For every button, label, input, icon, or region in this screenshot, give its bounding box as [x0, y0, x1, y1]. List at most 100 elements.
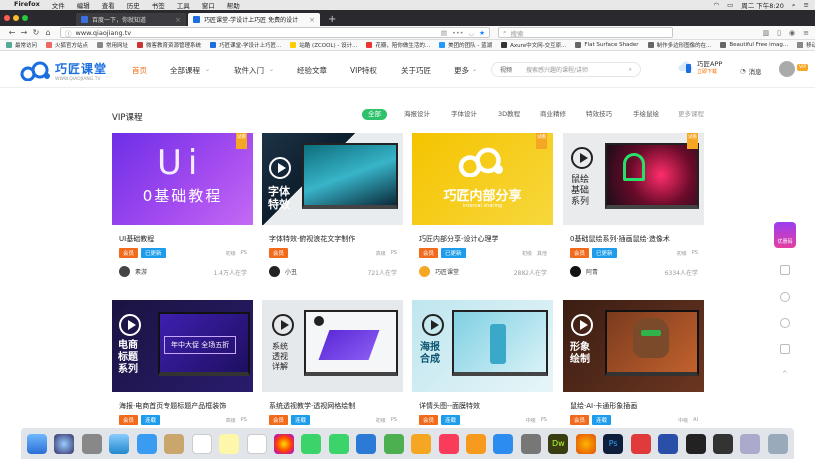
search-type-select[interactable]: 视频	[500, 65, 512, 74]
trash-icon[interactable]	[767, 433, 788, 454]
course-thumbnail[interactable]: 年中大促 全场五折 电商标题系列	[112, 300, 253, 392]
app-download[interactable]: 巧匠APP 立即下载	[678, 60, 722, 75]
back-to-top-icon[interactable]: ⌃	[781, 370, 789, 380]
search-input[interactable]: ⌕ 搜索	[498, 27, 673, 38]
new-tab-icon[interactable]: +	[328, 13, 336, 26]
browser-icon[interactable]	[658, 433, 679, 454]
filter-3d[interactable]: 3D教程	[498, 109, 520, 120]
avatar[interactable]	[779, 61, 795, 77]
bookmark-item[interactable]: 美团的团队 - 蓝湖	[439, 41, 492, 49]
messages-link[interactable]: ◔ 消息	[740, 66, 762, 76]
author[interactable]: 阿青	[570, 266, 598, 277]
books-icon[interactable]	[466, 433, 486, 454]
filter-handdrawn[interactable]: 手绘鼠绘	[633, 109, 659, 120]
back-icon[interactable]: ←	[6, 28, 18, 37]
calendar-icon[interactable]	[191, 433, 212, 454]
app-store-icon[interactable]	[493, 433, 514, 454]
cloud-icon[interactable]	[780, 344, 790, 354]
course-card[interactable]: 巧匠内部分享 internal sharing 试看 巧匠内部分享-设计心理学 …	[412, 133, 553, 283]
menu-app[interactable]: Firefox	[14, 0, 40, 10]
facetime-icon[interactable]	[328, 433, 349, 454]
filter-poster[interactable]: 海报设计	[404, 109, 430, 120]
bookmark-item[interactable]: Flat Surface Shader	[575, 42, 639, 48]
menu-bookmarks[interactable]: 书签	[152, 0, 165, 10]
filter-more[interactable]: 更多课程	[678, 109, 704, 120]
xmind-icon[interactable]	[630, 433, 651, 454]
course-title[interactable]: 字体特效·俯视浪花文字制作	[269, 234, 355, 244]
photoshop-icon[interactable]: Ps	[603, 433, 624, 454]
bookmark-item[interactable]: 最常访问	[6, 41, 37, 49]
play-icon[interactable]	[269, 157, 291, 179]
notes-icon[interactable]	[219, 433, 240, 454]
screen-icon[interactable]	[685, 433, 706, 454]
course-title[interactable]: 系统透视教学·透视网格绘制	[269, 401, 355, 411]
account-icon[interactable]: ◉	[789, 29, 795, 37]
bookmark-item[interactable]: 花瓣，陪你做生活的...	[366, 41, 430, 49]
course-title[interactable]: UI基础教程	[119, 234, 154, 244]
course-title[interactable]: 详情头图--面膜特效	[419, 401, 480, 411]
address-bar[interactable]: ⓘ www.qiaojiang.tv ▤ ••• ◡ ★	[60, 27, 490, 38]
dreamweaver-icon[interactable]: Dw	[548, 433, 569, 454]
menu-tools[interactable]: 工具	[177, 0, 190, 10]
bookmark-item[interactable]: 微客教育资源管理系统	[137, 41, 201, 49]
course-card[interactable]: Ui 0基础教程 试看 UI基础教程 会员 已更新 初级 PS 素游 1.4万人在学	[112, 133, 253, 283]
close-tab-icon[interactable]: ×	[309, 16, 315, 24]
course-thumbnail[interactable]: 系统透视详解	[262, 300, 403, 392]
nav-about[interactable]: 关于巧匠	[401, 65, 431, 76]
course-title[interactable]: 巧匠内部分享-设计心理学	[419, 234, 499, 244]
hamburger-menu-icon[interactable]: ≡	[803, 29, 809, 37]
tab-baidu[interactable]: 百度一下，你就知道 ×	[76, 13, 186, 26]
menu-help[interactable]: 帮助	[227, 0, 240, 10]
home-icon[interactable]: ⌂	[42, 28, 54, 37]
bookmark-item[interactable]: 火狐官方站点	[46, 41, 88, 49]
chat-icon[interactable]	[780, 292, 790, 302]
bookmark-item[interactable]: Axure中文网-交互原...	[501, 41, 566, 49]
author[interactable]: 巧匠课堂	[419, 266, 459, 277]
bookmark-item[interactable]: 站酷 (ZCOOL) - 设计...	[290, 41, 357, 49]
reader-icon[interactable]: ▤	[441, 29, 447, 37]
siri-icon[interactable]	[54, 433, 75, 454]
pocket-icon[interactable]: ◡	[469, 29, 475, 37]
site-logo[interactable]: 巧匠课堂 WWW.QIAOJIANG.TV	[20, 60, 107, 82]
downloads-icon[interactable]	[740, 433, 761, 454]
course-title[interactable]: 海报·电商首页专题标题产品框装饰	[119, 401, 226, 411]
wifi-icon[interactable]: ◠	[713, 1, 719, 9]
menu-edit[interactable]: 编辑	[77, 0, 90, 10]
course-card[interactable]: 鼠绘基础系列 试看 0基础鼠绘系列·插画鼠绘·造像术 会员 已更新 初级 PS 阿青…	[563, 133, 704, 283]
messages-icon[interactable]	[301, 433, 322, 454]
nav-home[interactable]: 首页	[132, 65, 147, 76]
bookmark-star-icon[interactable]: ★	[479, 29, 485, 37]
menu-file[interactable]: 文件	[52, 0, 65, 10]
music-icon[interactable]	[438, 433, 459, 454]
battery-icon[interactable]: ▭	[727, 1, 733, 9]
nav-all-courses[interactable]: 全部课程	[170, 65, 200, 76]
play-icon[interactable]	[422, 314, 444, 336]
menu-history[interactable]: 历史	[127, 0, 140, 10]
spotlight-icon[interactable]: ⌕	[792, 1, 796, 10]
play-icon[interactable]	[571, 147, 593, 169]
finder-icon[interactable]	[27, 433, 47, 454]
close-window-icon[interactable]	[4, 15, 10, 21]
course-thumbnail[interactable]: 字体特效	[262, 133, 403, 225]
nav-vip[interactable]: VIP特权	[350, 65, 377, 76]
launchpad-icon[interactable]	[81, 433, 102, 454]
library-icon[interactable]: ▥	[763, 29, 770, 37]
firefox-icon[interactable]	[575, 433, 596, 454]
tab-qiaojiang[interactable]: 巧匠课堂-学设计上巧匠 免费的设计 ×	[188, 13, 320, 26]
info-icon[interactable]: ⓘ	[65, 28, 72, 38]
course-thumbnail[interactable]: 海报合成	[412, 300, 553, 392]
mail-icon[interactable]	[136, 433, 157, 454]
reminders-icon[interactable]	[246, 433, 267, 454]
bookmark-item[interactable]: Beautiful Free imag...	[720, 42, 788, 48]
menu-window[interactable]: 窗口	[202, 0, 215, 10]
play-icon[interactable]	[119, 314, 141, 336]
clock[interactable]: 周二 下午8:20	[741, 0, 784, 10]
nav-more[interactable]: 更多	[454, 65, 469, 76]
course-title[interactable]: 鼠绘·AI·卡通形象插画	[570, 401, 637, 411]
course-thumbnail[interactable]: Ui 0基础教程 试看	[112, 133, 253, 225]
bookmark-item[interactable]: 常用网址	[97, 41, 128, 49]
contacts-icon[interactable]	[164, 433, 185, 454]
headset-icon[interactable]	[780, 318, 790, 328]
play-icon[interactable]	[272, 314, 294, 336]
course-thumbnail[interactable]: 巧匠内部分享 internal sharing 试看	[412, 133, 553, 225]
